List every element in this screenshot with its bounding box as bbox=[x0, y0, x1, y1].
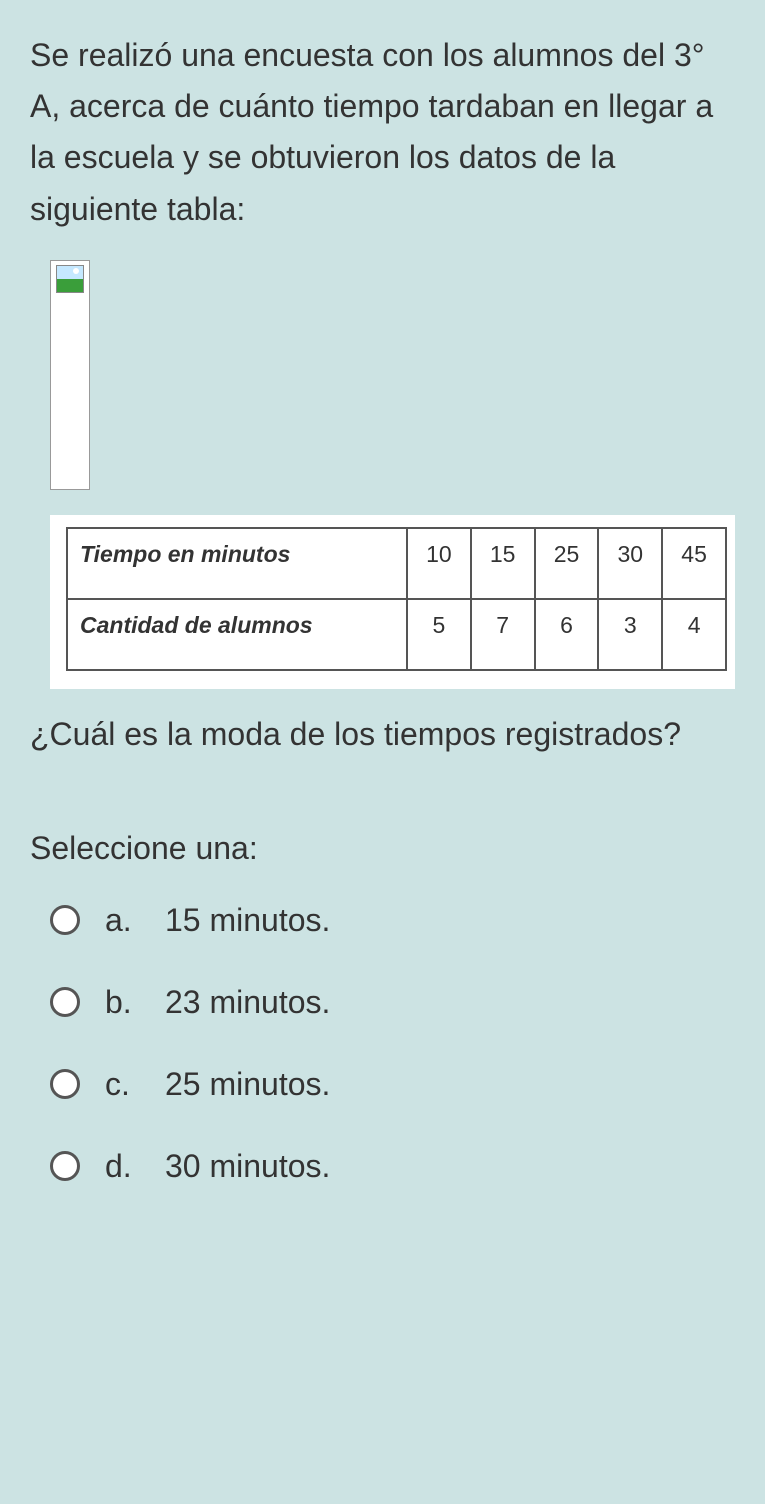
broken-image-icon bbox=[56, 265, 84, 293]
row-header-count: Cantidad de alumnos bbox=[67, 599, 407, 670]
table-cell: 45 bbox=[662, 528, 726, 599]
table-cell: 15 bbox=[471, 528, 535, 599]
option-letter: a. bbox=[105, 902, 165, 939]
table-cell: 7 bbox=[471, 599, 535, 670]
option-a[interactable]: a. 15 minutos. bbox=[50, 902, 735, 939]
table-row: Tiempo en minutos 10 15 25 30 45 bbox=[67, 528, 726, 599]
table-cell: 5 bbox=[407, 599, 471, 670]
table-cell: 6 bbox=[535, 599, 599, 670]
data-table: Tiempo en minutos 10 15 25 30 45 Cantida… bbox=[66, 527, 727, 671]
option-text: 30 minutos. bbox=[165, 1148, 330, 1185]
option-letter: d. bbox=[105, 1148, 165, 1185]
radio-button[interactable] bbox=[50, 987, 80, 1017]
option-b[interactable]: b. 23 minutos. bbox=[50, 984, 735, 1021]
table-cell: 30 bbox=[598, 528, 662, 599]
option-letter: b. bbox=[105, 984, 165, 1021]
broken-image-placeholder bbox=[50, 260, 90, 490]
options-list: a. 15 minutos. b. 23 minutos. c. 25 minu… bbox=[30, 902, 735, 1185]
option-text: 25 minutos. bbox=[165, 1066, 330, 1103]
data-table-container: Tiempo en minutos 10 15 25 30 45 Cantida… bbox=[50, 515, 735, 689]
option-text: 15 minutos. bbox=[165, 902, 330, 939]
table-cell: 3 bbox=[598, 599, 662, 670]
table-row: Cantidad de alumnos 5 7 6 3 4 bbox=[67, 599, 726, 670]
table-cell: 4 bbox=[662, 599, 726, 670]
table-cell: 25 bbox=[535, 528, 599, 599]
question-prompt: ¿Cuál es la moda de los tiempos registra… bbox=[30, 709, 735, 760]
radio-button[interactable] bbox=[50, 1069, 80, 1099]
option-text: 23 minutos. bbox=[165, 984, 330, 1021]
radio-button[interactable] bbox=[50, 1151, 80, 1181]
question-intro-text: Se realizó una encuesta con los alumnos … bbox=[30, 30, 735, 235]
option-letter: c. bbox=[105, 1066, 165, 1103]
select-one-label: Seleccione una: bbox=[30, 830, 735, 867]
table-cell: 10 bbox=[407, 528, 471, 599]
option-c[interactable]: c. 25 minutos. bbox=[50, 1066, 735, 1103]
option-d[interactable]: d. 30 minutos. bbox=[50, 1148, 735, 1185]
row-header-time: Tiempo en minutos bbox=[67, 528, 407, 599]
radio-button[interactable] bbox=[50, 905, 80, 935]
